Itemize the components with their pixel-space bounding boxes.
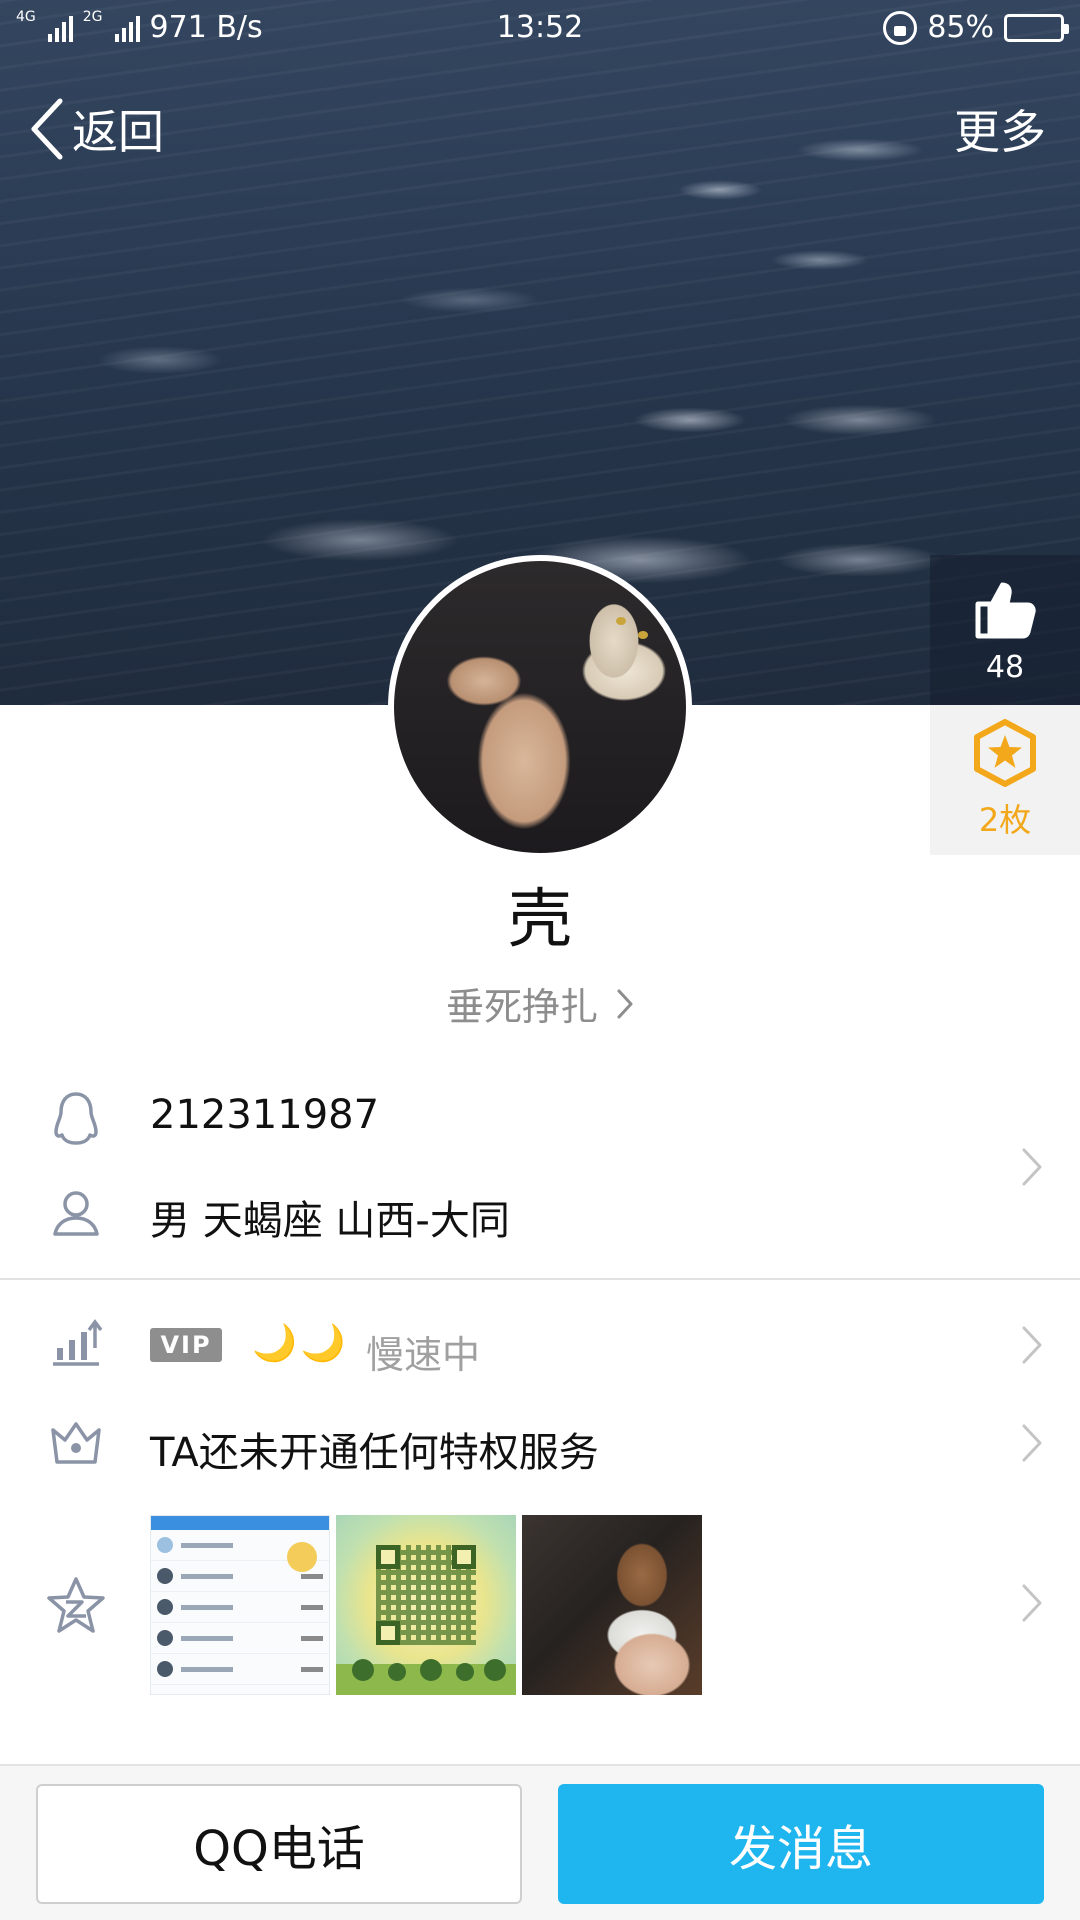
more-button[interactable]: 更多 — [954, 92, 1046, 166]
chevron-right-icon — [617, 989, 633, 1018]
chevron-right-icon — [1022, 1424, 1042, 1462]
privilege-row[interactable]: TA还未开通任何特权服务 — [0, 1408, 1080, 1478]
battery-icon — [1004, 13, 1069, 42]
qzone-star-icon — [46, 1576, 106, 1634]
thumbs-up-icon — [975, 582, 1036, 638]
medal-count: 2枚 — [978, 801, 1032, 839]
profile-details: 男 天蝎座 山西-大同 — [150, 1198, 510, 1244]
back-label: 返回 — [72, 105, 164, 159]
like-button[interactable]: 48 — [930, 555, 1080, 705]
nickname: 壳 — [508, 883, 572, 957]
status-bar: 4G 2G 971 B/s 13:52 85% — [0, 0, 1080, 56]
medal-button[interactable]: 2枚 — [930, 705, 1080, 855]
privilege-text: TA还未开通任何特权服务 — [150, 1430, 599, 1476]
chevron-right-icon — [1022, 1584, 1042, 1622]
level-row[interactable]: VIP 🌙🌙 慢速中 — [0, 1310, 1080, 1380]
vip-badge: VIP — [150, 1328, 222, 1362]
send-message-button[interactable]: 发消息 — [558, 1784, 1044, 1904]
person-icon — [46, 1188, 106, 1238]
qzone-photo-1[interactable] — [150, 1515, 330, 1695]
qzone-photo-3[interactable] — [522, 1515, 702, 1695]
qzone-photo-2[interactable] — [336, 1515, 516, 1695]
penguin-icon — [46, 1090, 106, 1146]
like-count: 48 — [985, 649, 1025, 685]
status-right: 85% — [883, 10, 1069, 45]
avatar[interactable] — [388, 555, 692, 859]
avatar-detail — [638, 631, 648, 639]
qq-call-button[interactable]: QQ电话 — [36, 1784, 522, 1904]
signature-text: 垂死挣扎 — [445, 985, 598, 1029]
chevron-right-icon — [1022, 1326, 1042, 1364]
section-divider — [0, 1278, 1080, 1280]
level-chart-icon — [46, 1318, 106, 1368]
qq-number: 212311987 — [150, 1092, 380, 1138]
battery-percent: 85% — [927, 10, 994, 45]
bottom-action-bar: QQ电话 发消息 — [0, 1764, 1080, 1920]
medal-star-icon — [974, 719, 1036, 787]
chevron-right-icon — [1022, 1148, 1042, 1186]
rotation-lock-icon — [883, 10, 918, 45]
chevron-left-icon — [31, 98, 63, 160]
level-moons: 🌙🌙 — [252, 1323, 350, 1364]
avatar-detail — [616, 617, 626, 625]
basic-info-row[interactable]: 212311987 男 天蝎座 山西-大同 — [0, 1070, 1080, 1270]
vip-status: 慢速中 — [366, 1333, 481, 1377]
signature-link[interactable]: 垂死挣扎 — [0, 976, 1080, 1031]
crown-icon — [46, 1418, 106, 1466]
back-button[interactable]: 返回 — [28, 92, 164, 166]
